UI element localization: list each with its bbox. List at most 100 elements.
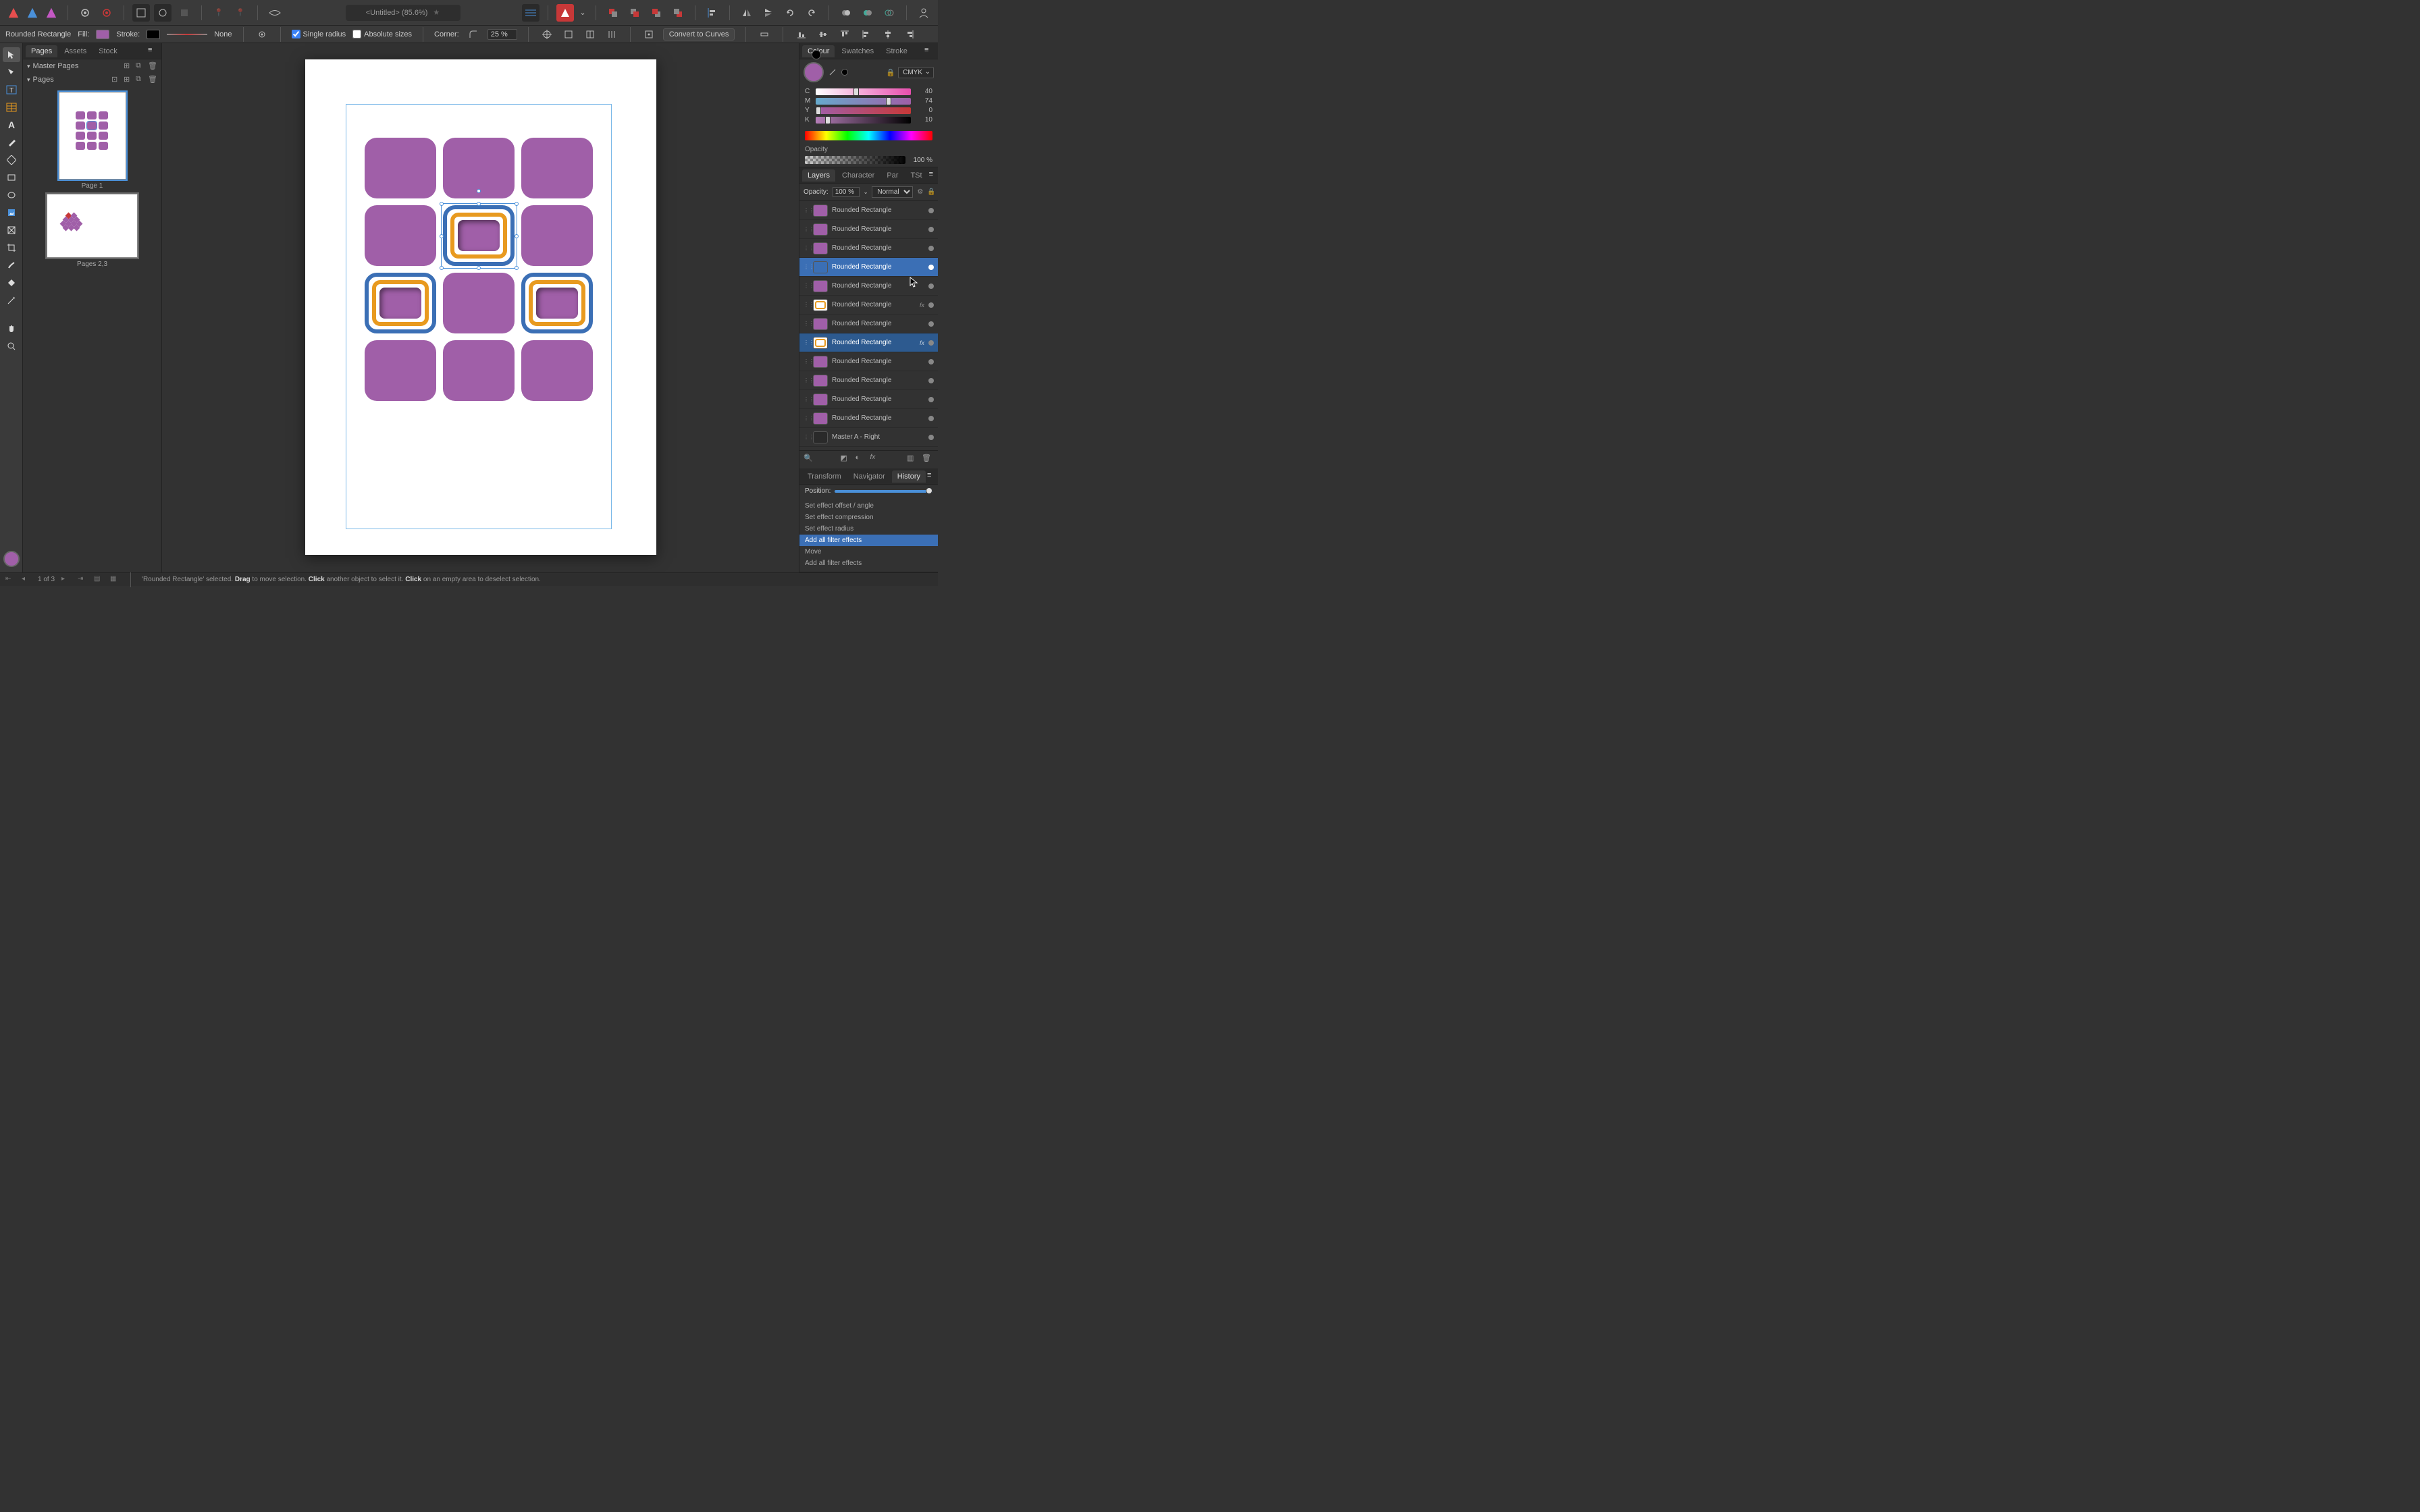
- history-item[interactable]: Set effect compression: [799, 512, 938, 523]
- visibility-toggle[interactable]: [928, 265, 934, 270]
- snap-2-icon[interactable]: [561, 27, 576, 42]
- panel-menu-icon[interactable]: ≡: [929, 170, 935, 181]
- arrange-back-icon[interactable]: [604, 4, 622, 22]
- fill-tool[interactable]: [3, 275, 20, 290]
- text-frame-tool[interactable]: T: [3, 82, 20, 97]
- rotate-cw-icon[interactable]: [803, 4, 820, 22]
- preflight-icon[interactable]: [556, 4, 574, 22]
- node-tool[interactable]: [3, 65, 20, 80]
- master-pages-header[interactable]: ▾ Master Pages ⊞ ⧉ 🗑: [23, 59, 161, 73]
- tab-layers[interactable]: Layers: [802, 169, 835, 182]
- drag-handle-icon[interactable]: ⋮⋮: [804, 245, 809, 251]
- zoom-tool[interactable]: [3, 339, 20, 354]
- history-item[interactable]: Add all filter effects: [799, 535, 938, 546]
- rounded-rect[interactable]: [365, 340, 436, 401]
- lock-icon[interactable]: 🔒: [886, 68, 895, 77]
- chevron-down-icon[interactable]: ⌄: [578, 4, 587, 22]
- arrange-front-icon[interactable]: [669, 4, 687, 22]
- view-mode-1-icon[interactable]: [132, 4, 150, 22]
- visibility-toggle[interactable]: [928, 397, 934, 402]
- tab-stock[interactable]: Stock: [93, 45, 123, 57]
- rotate-ccw-icon[interactable]: [781, 4, 799, 22]
- tab-history[interactable]: History: [892, 470, 926, 483]
- tab-transform[interactable]: Transform: [802, 470, 847, 483]
- c-slider[interactable]: C 40: [805, 88, 932, 95]
- view-mode-3-icon[interactable]: [176, 4, 193, 22]
- pages-header[interactable]: ▾ Pages ⊡ ⊞ ⧉ 🗑: [23, 73, 161, 86]
- fill-colour-swatch[interactable]: [804, 62, 824, 82]
- last-page-icon[interactable]: ⇥: [78, 575, 87, 585]
- drag-handle-icon[interactable]: ⋮⋮: [804, 340, 809, 346]
- rounded-rect[interactable]: [521, 205, 593, 266]
- tab-stroke[interactable]: Stroke: [880, 45, 913, 57]
- history-item[interactable]: Set effect offset / angle: [799, 500, 938, 512]
- canvas[interactable]: [162, 43, 799, 572]
- drag-handle-icon[interactable]: ⋮⋮: [804, 358, 809, 364]
- drag-handle-icon[interactable]: ⋮⋮: [804, 377, 809, 383]
- table-tool[interactable]: [3, 100, 20, 115]
- layer-row[interactable]: ⋮⋮Rounded Rectangle: [799, 315, 938, 333]
- visibility-toggle[interactable]: [928, 340, 934, 346]
- pen-tool[interactable]: [3, 135, 20, 150]
- visibility-toggle[interactable]: [928, 435, 934, 440]
- subtract-op-icon[interactable]: [859, 4, 876, 22]
- drag-handle-icon[interactable]: ⋮⋮: [804, 207, 809, 213]
- gear-icon[interactable]: ⚙: [917, 188, 923, 196]
- corner-type-icon[interactable]: [466, 27, 481, 42]
- layer-row[interactable]: ⋮⋮Rounded Rectangle: [799, 352, 938, 371]
- photo-icon[interactable]: [43, 5, 59, 21]
- rounded-rect[interactable]: [365, 205, 436, 266]
- stroke-width-preview[interactable]: [167, 34, 207, 35]
- align-left-icon[interactable]: [704, 4, 721, 22]
- pin-icon-2[interactable]: 📍: [232, 4, 249, 22]
- layer-row[interactable]: ⋮⋮Rounded Rectanglefx: [799, 333, 938, 352]
- sampled-colour[interactable]: [841, 69, 848, 76]
- absolute-sizes-checkbox[interactable]: Absolute sizes: [352, 30, 412, 38]
- drag-handle-icon[interactable]: ⋮⋮: [804, 434, 809, 440]
- flip-v-icon[interactable]: [760, 4, 777, 22]
- hints-toggle-icon-2[interactable]: ▦: [110, 575, 120, 585]
- snap-3-icon[interactable]: [583, 27, 598, 42]
- tab-navigator[interactable]: Navigator: [848, 470, 891, 483]
- page-1-thumb[interactable]: Page 1: [59, 92, 126, 190]
- active-colour-swatch[interactable]: [3, 551, 20, 567]
- colour-picker-icon[interactable]: [828, 68, 837, 77]
- transform-origin-icon[interactable]: [641, 27, 656, 42]
- intersect-op-icon[interactable]: [880, 4, 898, 22]
- blend-mode-select[interactable]: Normal: [872, 186, 913, 198]
- add-op-icon[interactable]: [837, 4, 855, 22]
- visibility-toggle[interactable]: [928, 284, 934, 289]
- designer-icon[interactable]: [24, 5, 41, 21]
- corner-value-input[interactable]: [488, 29, 517, 40]
- pin-icon[interactable]: 📍: [210, 4, 228, 22]
- layer-row[interactable]: ⋮⋮Rounded Rectangle: [799, 239, 938, 258]
- stroke-colour-swatch[interactable]: [812, 50, 821, 59]
- layer-row[interactable]: ⋮⋮Rounded Rectangle: [799, 390, 938, 409]
- adjustment-icon[interactable]: ◐: [856, 454, 868, 466]
- eyedropper-tool[interactable]: [3, 293, 20, 308]
- drag-handle-icon[interactable]: ⋮⋮: [804, 415, 809, 421]
- drag-handle-icon[interactable]: ⋮⋮: [804, 283, 809, 289]
- visibility-toggle[interactable]: [928, 227, 934, 232]
- layer-row[interactable]: ⋮⋮Rounded Rectanglefx: [799, 296, 938, 315]
- hue-spectrum[interactable]: [805, 131, 932, 140]
- baseline-icon[interactable]: [522, 4, 540, 22]
- mask-icon[interactable]: ◩: [841, 454, 853, 466]
- tab-swatches[interactable]: Swatches: [836, 45, 879, 57]
- align-bottom-icon[interactable]: [794, 27, 809, 42]
- visibility-toggle[interactable]: [928, 378, 934, 383]
- align-hcenter-icon[interactable]: [880, 27, 895, 42]
- history-item[interactable]: Move: [799, 546, 938, 558]
- align-panel-icon[interactable]: [757, 27, 772, 42]
- visibility-toggle[interactable]: [928, 359, 934, 364]
- picture-frame-tool[interactable]: [3, 205, 20, 220]
- m-slider[interactable]: M 74: [805, 97, 932, 105]
- tab-text-styles[interactable]: TSt: [905, 169, 927, 182]
- document-setup-icon[interactable]: [98, 4, 115, 22]
- align-right-icon[interactable]: [902, 27, 917, 42]
- rounded-rect-selected[interactable]: [443, 205, 515, 266]
- add-layer-icon[interactable]: ▥: [907, 454, 919, 466]
- y-slider[interactable]: Y 0: [805, 107, 932, 114]
- layer-opacity-input[interactable]: [833, 187, 860, 197]
- fill-swatch[interactable]: [96, 30, 109, 39]
